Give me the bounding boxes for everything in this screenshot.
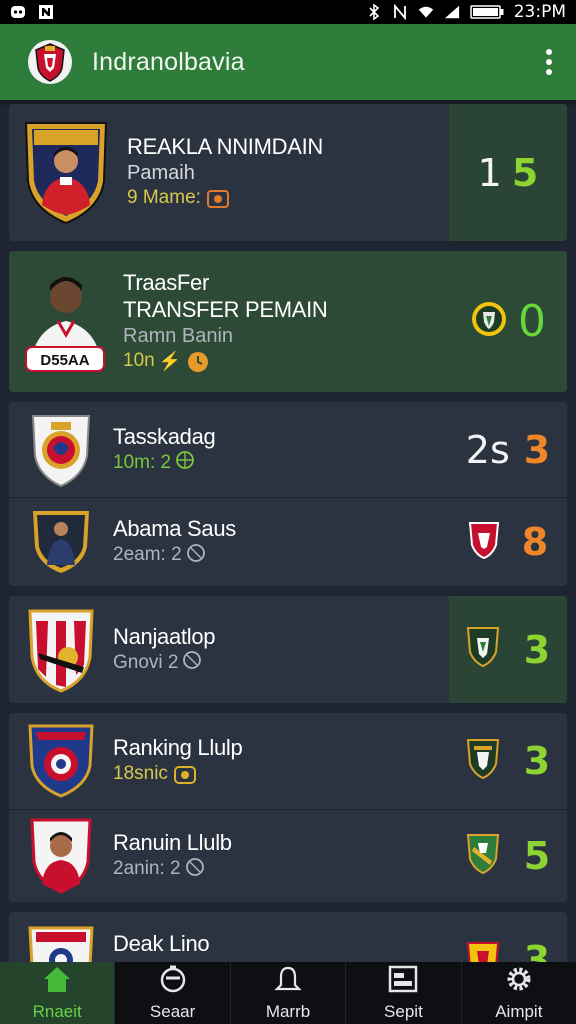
wifi-icon [418, 4, 434, 20]
club-crest-player-image [9, 119, 123, 227]
trophy-icon [205, 186, 231, 212]
trophy-icon [172, 762, 198, 788]
nav-settings[interactable]: Aimpit [462, 962, 576, 1024]
card-meta: 10m: 2 [113, 451, 172, 473]
app-bar: Indranolbavia [0, 24, 576, 100]
ranking-card: Ranking Llulp 18snic 3 Ranuin Llulb 2ani… [9, 713, 567, 902]
card-meta: 18snic [113, 763, 168, 785]
card-title: Deak Lino [113, 931, 210, 956]
ball-icon [182, 650, 208, 676]
club-crest-icon [9, 607, 113, 693]
card-title: Nanjaatlop [113, 623, 216, 649]
ball-icon [185, 857, 211, 883]
nav-home-label: Rnaeit [32, 1001, 82, 1021]
app-notification-icon [10, 4, 26, 20]
nav-notifications-label: Marrb [265, 1001, 311, 1021]
card-subtitle: Ramn Banin [123, 324, 234, 347]
score-box: 0 [449, 251, 567, 392]
lightning-icon: ⚡ [158, 350, 182, 371]
signal-icon [444, 4, 460, 20]
club-crest-icon [9, 412, 113, 488]
nav-stats[interactable]: Sepit [346, 962, 462, 1024]
list-item[interactable]: Tasskadag 10m: 2 2s 3 [9, 402, 567, 497]
score-value: 8 [521, 520, 549, 564]
card-title: Ranuin Llulb [113, 830, 232, 856]
score-box: 3 [449, 713, 567, 809]
status-bar: 23:PM [0, 0, 576, 24]
card-meta: 2eam: 2 [113, 544, 182, 566]
score-value: 0 [518, 296, 546, 347]
bottom-navigation: Rnaeit Seaar Marrb Sepit Aimpit [0, 962, 576, 1024]
news-card[interactable]: REAKLA NNIMDAIN Pamaih 9 Mame: 1 5 [9, 104, 567, 241]
svg-text:D55AA: D55AA [40, 352, 89, 369]
card-title: Abama Saus [113, 516, 236, 542]
card-title-line1: TraasFer [123, 269, 210, 295]
news-feed: REAKLA NNIMDAIN Pamaih 9 Mame: 1 5 D55AA… [9, 104, 567, 982]
list-item[interactable]: Ranking Llulp 18snic 3 [9, 713, 567, 809]
nav-search-label: Seaar [149, 1001, 196, 1021]
card-title: Ranking Llulp [113, 735, 243, 761]
app-logo-icon [26, 38, 74, 86]
overflow-menu-button[interactable] [544, 49, 554, 75]
score-right: 5 [511, 150, 539, 195]
app-title: Indranolbavia [92, 47, 245, 76]
nav-settings-label: Aimpit [495, 1001, 543, 1021]
card-title: Tasskadag [113, 423, 216, 449]
nav-notifications[interactable]: Marrb [231, 962, 347, 1024]
gear-icon [504, 965, 534, 998]
nfc-icon [392, 4, 408, 20]
nav-search[interactable]: Seaar [115, 962, 231, 1024]
nav-home[interactable]: Rnaeit [0, 962, 116, 1024]
club-small-crest-icon [466, 738, 500, 785]
club-small-crest-icon [466, 626, 500, 673]
score-box: 3 [449, 596, 567, 703]
list-item[interactable]: Abama Saus 2eam: 2 8 [9, 497, 567, 586]
card-meta: 10n [123, 350, 155, 372]
club-crest-icon [9, 724, 113, 798]
ball-icon [175, 450, 201, 476]
score-right: 3 [523, 427, 551, 472]
score-value: 3 [523, 739, 551, 783]
score-box: 1 5 [449, 104, 567, 241]
score-value: 3 [523, 627, 551, 672]
transfer-card[interactable]: D55AA TraasFer TRANSFER PEMAIN Ramn Bani… [9, 251, 567, 392]
list-item[interactable]: Ranuin Llulb 2anin: 2 5 [9, 809, 567, 902]
card-title-line2: TRANSFER PEMAIN [123, 297, 328, 322]
stats-icon [388, 965, 418, 998]
score-box: 2s 3 [449, 402, 567, 497]
card-subtitle: Pamaih [127, 161, 195, 184]
club-small-crest-icon [468, 521, 500, 564]
news-card[interactable]: Nanjaatlop Gnovi 2 3 [9, 596, 567, 703]
battery-icon [469, 4, 504, 20]
card-title: REAKLA NNIMDAIN [127, 134, 323, 160]
player-photo [9, 818, 113, 894]
home-icon [42, 965, 72, 998]
score-value: 5 [523, 834, 551, 878]
nav-stats-label: Sepit [384, 1001, 423, 1021]
card-meta: 9 Mame: [127, 187, 201, 209]
score-box: 5 [449, 810, 567, 902]
player-photo [9, 509, 113, 575]
club-small-crest-icon [466, 833, 500, 880]
bluetooth-icon [366, 4, 382, 20]
bell-icon [273, 965, 303, 998]
score-left: 2s [465, 427, 510, 472]
ball-icon [186, 543, 212, 569]
news-notification-icon [38, 4, 54, 20]
score-box: 8 [449, 498, 567, 586]
card-meta: 2anin: 2 [113, 858, 181, 880]
card-meta: Gnovi 2 [113, 651, 179, 673]
match-list-card: Tasskadag 10m: 2 2s 3 Abama Saus 2eam: 2… [9, 402, 567, 586]
player-photo: D55AA [9, 263, 123, 381]
status-time: 23:PM [513, 2, 566, 22]
score-left: 1 [477, 150, 502, 195]
club-small-crest-icon [470, 300, 508, 343]
clock-icon [185, 349, 211, 375]
search-icon [158, 965, 188, 998]
